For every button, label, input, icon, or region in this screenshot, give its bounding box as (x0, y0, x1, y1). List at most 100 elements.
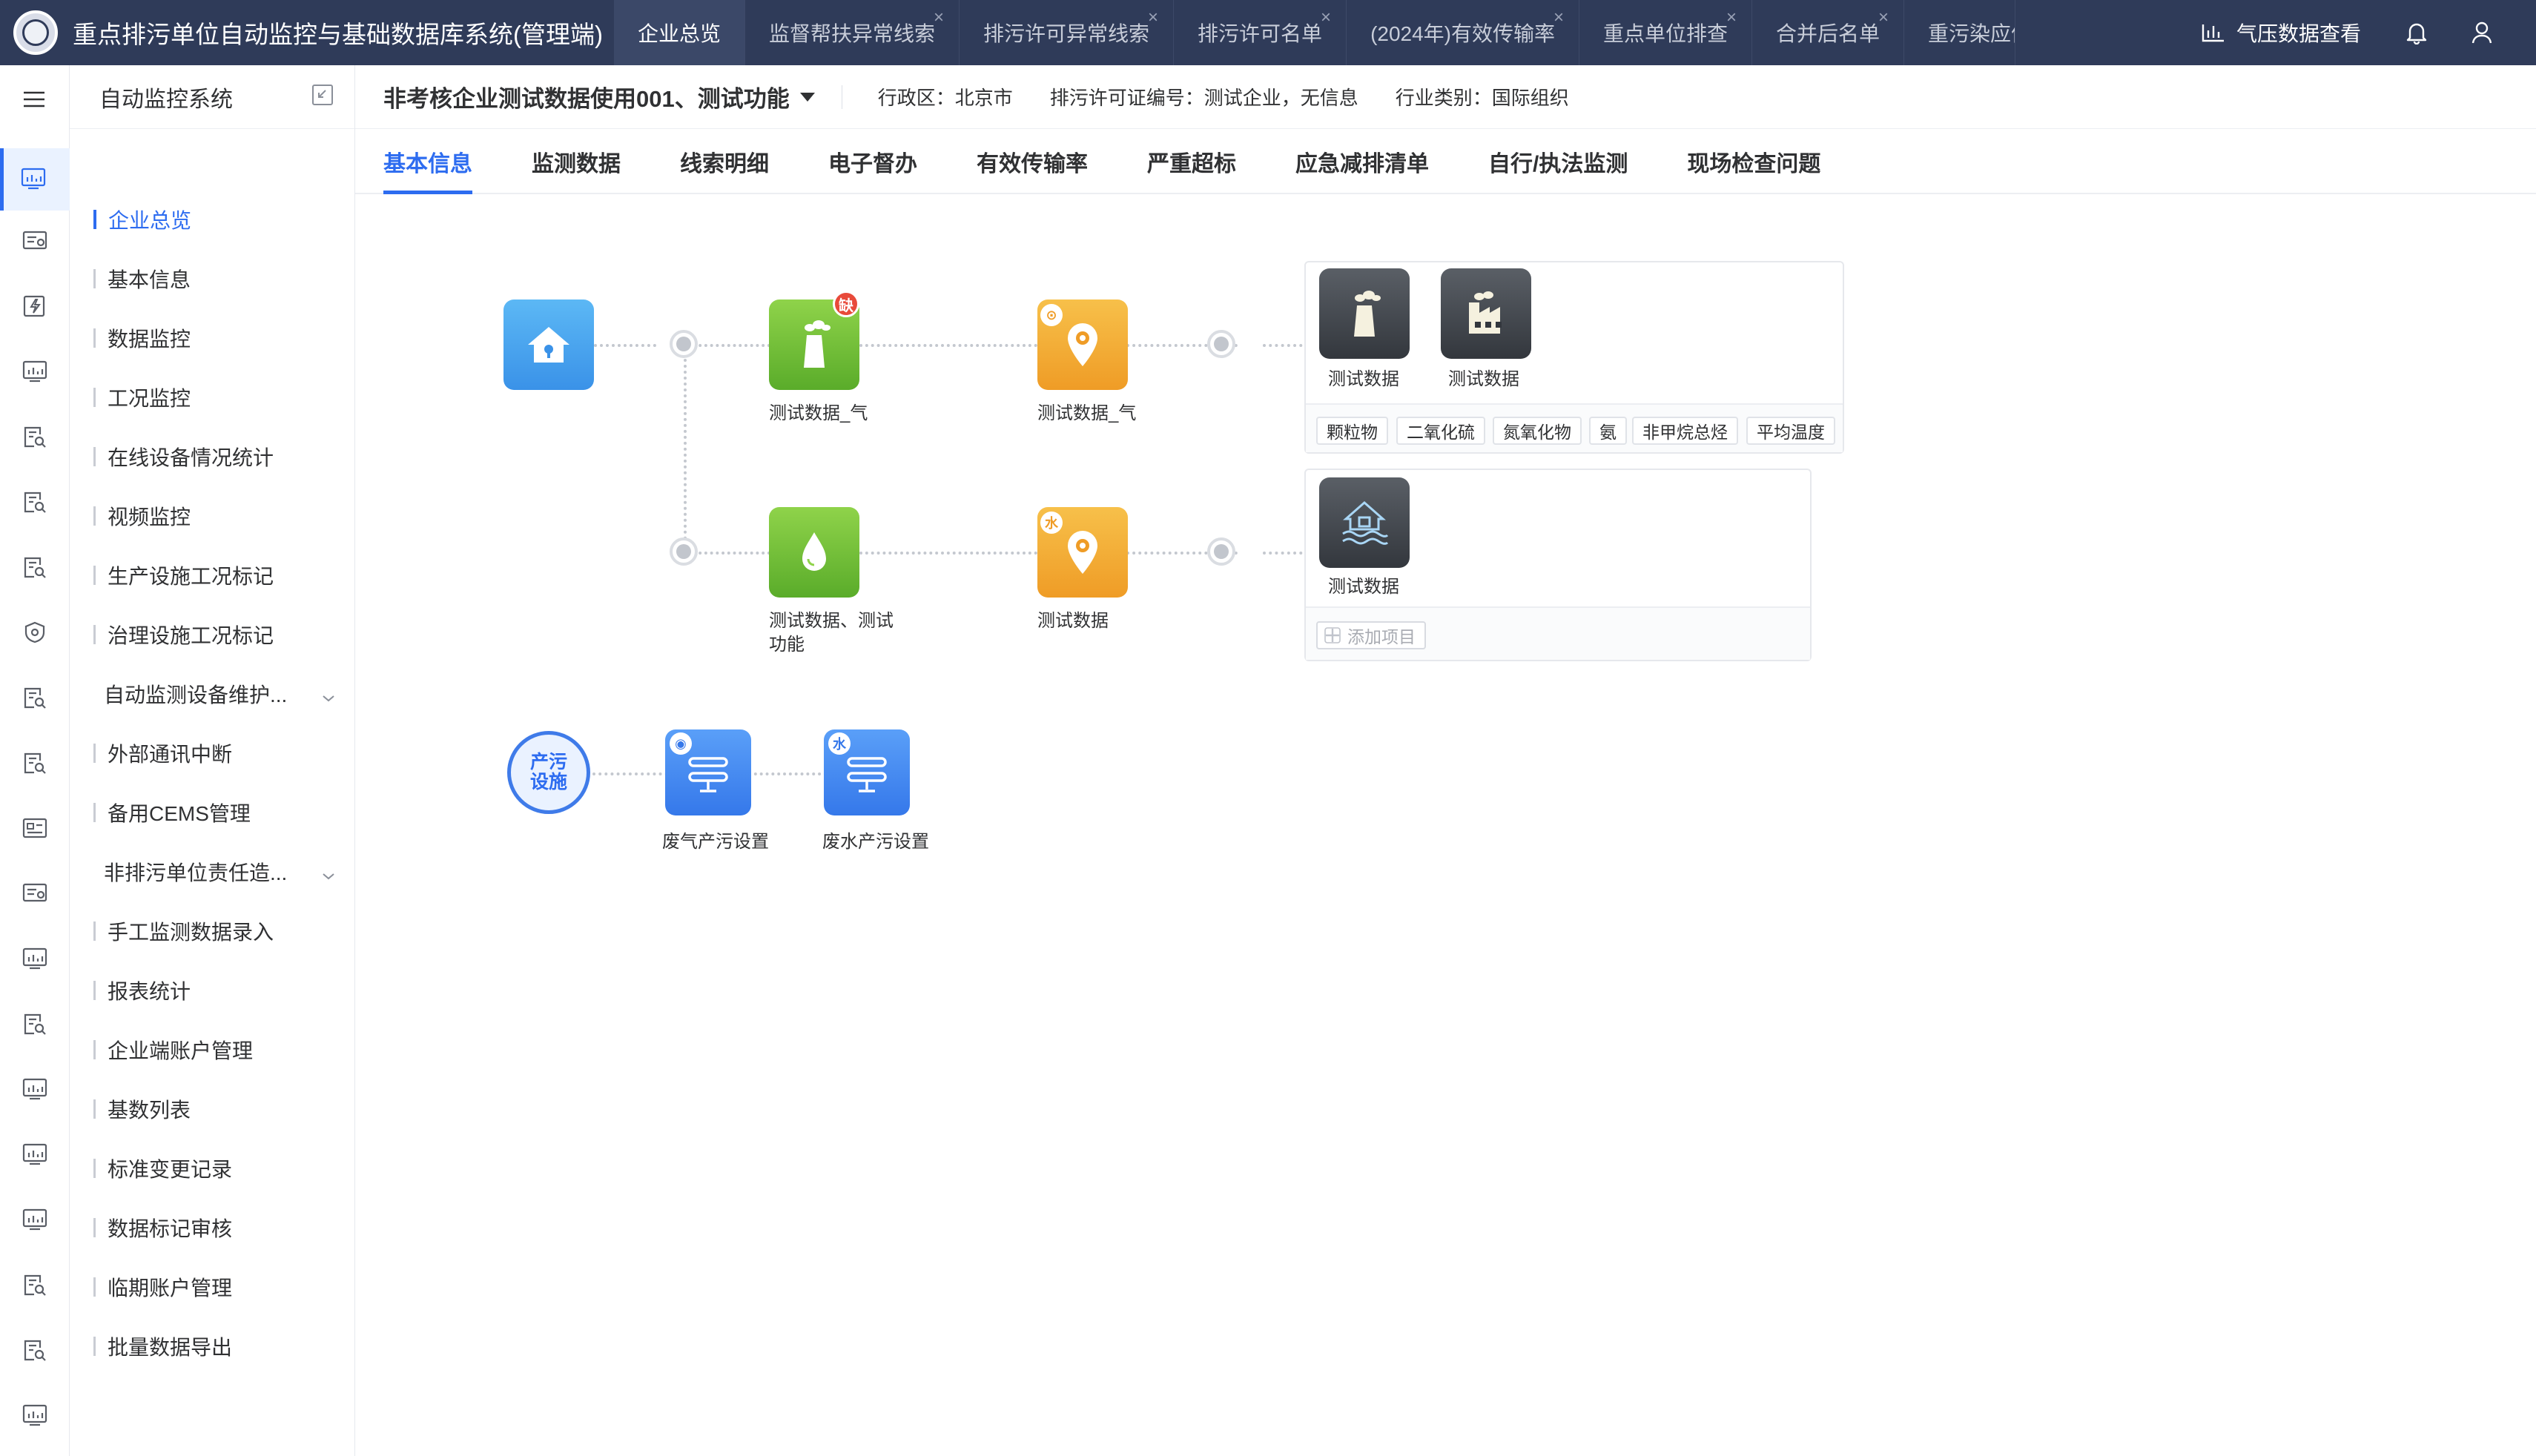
subtab-e-supervision[interactable]: 电子督办 (828, 145, 917, 193)
subtab-clue-detail[interactable]: 线索明细 (680, 145, 769, 193)
close-icon[interactable]: × (934, 7, 944, 28)
top-tab-permit-list[interactable]: 排污许可名单 × (1174, 0, 1347, 65)
top-tab-merged-list[interactable]: 合并后名单 × (1752, 0, 1905, 65)
sidebar-group-device-maintenance[interactable]: 自动监测设备维护... (70, 672, 355, 716)
close-icon[interactable]: × (1553, 7, 1564, 28)
enterprise-topology-diagram: 缺 测试数据_气 ⊙ 测试数据_气 测试数据、测试 功能 水 测试数据 测试数据 (355, 196, 2536, 1456)
sidebar-item-production-mark[interactable]: 生产设施工况标记 (70, 553, 355, 598)
top-tab-permit-clues[interactable]: 排污许可异常线索 × (960, 0, 1175, 65)
sidebar-item-base-list[interactable]: 基数列表 (70, 1087, 355, 1131)
subtab-emergency-list[interactable]: 应急减排清单 (1295, 145, 1429, 193)
subtab-site-inspection[interactable]: 现场检查问题 (1687, 145, 1820, 193)
production-facility-node[interactable]: 产污设施 (507, 731, 590, 814)
location-pin-icon (1068, 531, 1097, 574)
rail-export-icon[interactable] (22, 1404, 47, 1426)
add-item-button[interactable]: 添加项目 (1316, 621, 1426, 649)
rail-treatment-icon[interactable] (22, 621, 47, 643)
rail-manual-entry-icon[interactable] (22, 947, 47, 970)
top-tab-supervision-clues[interactable]: 监督帮扶异常线索 × (745, 0, 960, 65)
gas-device-chimney-node[interactable] (1319, 268, 1410, 359)
pollutant-tag-temp[interactable]: 平均温度 (1746, 417, 1835, 445)
rail-responsibility-icon[interactable] (22, 882, 47, 904)
sidebar-item-treatment-mark[interactable]: 治理设施工况标记 (70, 612, 355, 657)
close-icon[interactable]: × (1726, 7, 1737, 28)
connector-joint (670, 330, 698, 358)
connector-joint (1207, 537, 1235, 566)
enterprise-permit: 排污许可证编号：测试企业，无信息 (1049, 87, 1358, 109)
gas-small-icon: ⊙ (1040, 304, 1063, 326)
chimney-icon (804, 320, 831, 368)
rail-account-icon[interactable] (22, 1078, 47, 1100)
sidebar-item-basic-info[interactable]: 基本信息 (70, 257, 355, 301)
rail-base-list-icon[interactable] (22, 1143, 47, 1165)
close-icon[interactable]: × (1148, 7, 1158, 28)
rail-interrupt-icon[interactable] (22, 752, 47, 774)
rail-device-stats-icon[interactable] (22, 426, 47, 448)
rail-info-settings-icon[interactable] (22, 230, 47, 252)
rail-condition-icon[interactable] (22, 360, 47, 383)
water-point-label: 测试数据 (1037, 611, 1109, 631)
caret-down-icon[interactable] (799, 92, 815, 102)
pollutant-tag-so2[interactable]: 二氧化硫 (1396, 417, 1485, 445)
subtab-transmission-rate[interactable]: 有效传输率 (977, 145, 1088, 193)
rail-maintenance-icon[interactable] (22, 686, 47, 709)
gas-outlet-label: 测试数据_气 (769, 403, 868, 423)
rail-expiring-account-icon[interactable] (22, 1339, 47, 1361)
pollutant-tag-nmhc[interactable]: 非甲烷总烃 (1632, 417, 1738, 445)
top-tab-overview[interactable]: 企业总览 (614, 0, 746, 65)
rail-production-mark-icon[interactable] (22, 556, 47, 578)
pollutant-tag-nox[interactable]: 氮氧化物 (1493, 417, 1582, 445)
top-tab-key-unit-check[interactable]: 重点单位排查 × (1579, 0, 1753, 65)
connector-line (684, 359, 687, 552)
sidebar-item-manual-entry[interactable]: 手工监测数据录入 (70, 909, 355, 953)
top-tab-transmission-rate[interactable]: (2024年)有效传输率 × (1347, 0, 1580, 65)
pollutant-tag-pm[interactable]: 颗粒物 (1316, 417, 1388, 445)
sidebar-item-data-monitor[interactable]: 数据监控 (70, 316, 355, 360)
connector-line (748, 772, 827, 775)
pollutant-tag-nh3[interactable]: 氨 (1589, 417, 1627, 445)
sidebar-group-non-responsibility[interactable]: 非排污单位责任造... (70, 850, 355, 894)
close-icon[interactable]: × (1878, 7, 1889, 28)
sidebar-item-online-device-stats[interactable]: 在线设备情况统计 (70, 434, 355, 479)
subtab-monitor-data[interactable]: 监测数据 (532, 145, 621, 193)
sidebar-item-expiring-accounts[interactable]: 临期账户管理 (70, 1265, 355, 1309)
collapse-icon[interactable] (311, 84, 334, 110)
enterprise-select[interactable]: 非考核企业测试数据使用001、测试功能 (383, 80, 790, 113)
user-icon[interactable] (2471, 21, 2493, 44)
rail-data-monitor-icon[interactable] (22, 295, 47, 317)
water-outlet-node[interactable] (769, 507, 859, 598)
bar-chart-icon (2202, 24, 2224, 42)
subtab-basic-info[interactable]: 基本信息 (383, 145, 472, 194)
rail-standard-change-icon[interactable] (22, 1208, 47, 1231)
menu-toggle-icon[interactable] (22, 90, 46, 112)
rail-report-icon[interactable] (22, 1013, 47, 1035)
sidebar-item-condition-monitor[interactable]: 工况监控 (70, 375, 355, 420)
sidebar-item-video-monitor[interactable]: 视频监控 (70, 494, 355, 538)
sidebar-item-comm-interrupt[interactable]: 外部通讯中断 (70, 731, 355, 775)
sidebar-item-standard-change[interactable]: 标准变更记录 (70, 1146, 355, 1191)
gas-device-factory-node[interactable] (1441, 268, 1531, 359)
close-icon[interactable]: × (1321, 7, 1331, 28)
sub-tabs: 基本信息 监测数据 线索明细 电子督办 有效传输率 严重超标 应急减排清单 自行… (355, 129, 2536, 194)
sidebar-item-report-stats[interactable]: 报表统计 (70, 968, 355, 1013)
top-tab-heavy-pollution[interactable]: 重污染应停 (1904, 0, 2016, 65)
sidebar-item-enterprise-accounts[interactable]: 企业端账户管理 (70, 1028, 355, 1072)
rail-cems-icon[interactable] (22, 817, 47, 839)
sidebar-item-overview[interactable]: 企业总览 (70, 197, 355, 242)
rail-mark-review-icon[interactable] (22, 1274, 47, 1296)
pressure-data-button[interactable]: 气压数据查看 (2201, 18, 2361, 47)
water-device-node[interactable] (1319, 477, 1410, 568)
subtab-serious-exceed[interactable]: 严重超标 (1147, 145, 1236, 193)
connector-joint (1207, 330, 1235, 358)
sidebar-item-data-mark-review[interactable]: 数据标记审核 (70, 1205, 355, 1250)
bell-icon[interactable] (2405, 21, 2428, 44)
enterprise-root-node[interactable] (503, 300, 594, 390)
app-title: 重点排污单位自动监控与基础数据库系统(管理端) (73, 21, 603, 48)
top-bar: 重点排污单位自动监控与基础数据库系统(管理端) 企业总览 监督帮扶异常线索 × 排… (0, 0, 2536, 65)
rail-video-icon[interactable] (22, 491, 47, 513)
sidebar-item-backup-cems[interactable]: 备用CEMS管理 (70, 790, 355, 835)
plus-icon (1324, 627, 1341, 643)
rail-item-overview[interactable] (0, 148, 70, 211)
sidebar-item-batch-export[interactable]: 批量数据导出 (70, 1324, 355, 1369)
subtab-self-enforcement[interactable]: 自行/执法监测 (1488, 145, 1628, 193)
